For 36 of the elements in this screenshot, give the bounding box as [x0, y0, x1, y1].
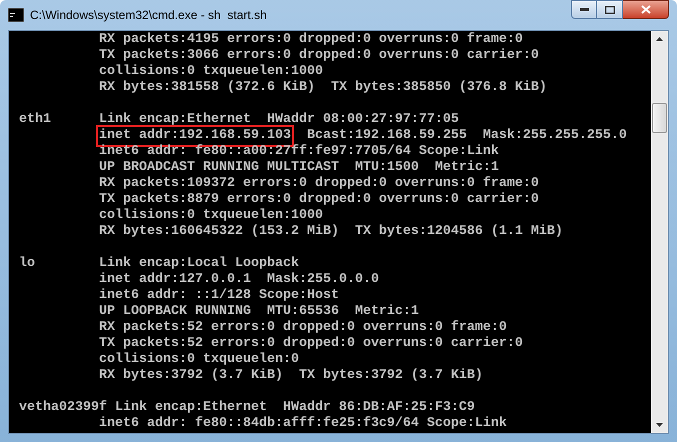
console-line: RX bytes:160645322 (153.2 MiB) TX bytes:1204586 (1.1 MiB) — [99, 224, 563, 240]
console-line: RX packets:109372 errors:0 dropped:0 overruns:0 frame:0 — [99, 176, 539, 192]
minimize-icon — [580, 8, 588, 11]
interface-name: eth1 — [19, 112, 52, 128]
console-line: RX packets:52 errors:0 dropped:0 overruns:0 frame:0 — [99, 320, 507, 336]
console-line: Bcast:192.168.59.255 Mask:255.255.255.0 — [306, 128, 627, 144]
console-line: RX bytes:381558 (372.6 KiB) TX bytes:385850 (376.8 KiB) — [99, 80, 547, 96]
window-title: C:\Windows\system32\cmd.exe - sh start.sh — [30, 7, 267, 24]
console-line: collisions:0 txqueuelen:1000 — [99, 64, 323, 80]
interface-name: vetha02399f — [19, 400, 108, 416]
console-line: collisions:0 txqueuelen:1000 — [99, 208, 323, 224]
console-line: Link encap:Ethernet HWaddr 86:DB:AF:25:F3:C9 — [114, 400, 475, 416]
close-icon — [640, 5, 650, 14]
console-line: inet6 addr: fe80::84db:afff:fe25:f3c9/64 Scope:Link — [99, 416, 507, 432]
close-button[interactable] — [623, 0, 669, 19]
interface-name: lo — [19, 256, 36, 272]
console-line: UP LOOPBACK RUNNING MTU:65536 Metric:1 — [99, 304, 419, 320]
scrollbar[interactable] — [651, 31, 668, 433]
maximize-icon — [604, 6, 614, 14]
console-line: Link encap:Local Loopback — [99, 256, 299, 272]
console-line: RX bytes:3792 (3.7 KiB) TX bytes:3792 (3.7 KiB) — [99, 368, 483, 384]
console-icon — [8, 8, 24, 22]
console-line: RX packets:4195 errors:0 dropped:0 overruns:0 frame:0 — [99, 32, 523, 48]
maximize-button[interactable] — [597, 0, 623, 19]
console-line: inet6 addr: ::1/128 Scope:Host — [99, 288, 339, 304]
console-line: collisions:0 txqueuelen:0 — [99, 352, 299, 368]
console-line: UP BROADCAST RUNNING MULTICAST MTU:1500 Metric:1 — [99, 160, 499, 176]
console-line: TX packets:52 errors:0 dropped:0 overruns:0 carrier:0 — [99, 336, 523, 352]
console-line: inet addr:127.0.0.1 Mask:255.0.0.0 — [99, 272, 379, 288]
console-line: inet6 addr: fe80::a00:27ff:fe97:7705/64 Scope:Link — [99, 144, 499, 160]
console-line: TX packets:8879 errors:0 dropped:0 overruns:0 carrier:0 — [99, 192, 539, 208]
scrollbar-thumb[interactable] — [652, 103, 667, 133]
minimize-button[interactable] — [571, 0, 597, 19]
console-line: TX packets:3066 errors:0 dropped:0 overruns:0 carrier:0 — [99, 48, 539, 64]
console-line: Link encap:Ethernet HWaddr 08:00:27:97:77:05 — [99, 112, 459, 128]
highlighted-console-text: inet addr:192.168.59.103 — [99, 128, 291, 144]
